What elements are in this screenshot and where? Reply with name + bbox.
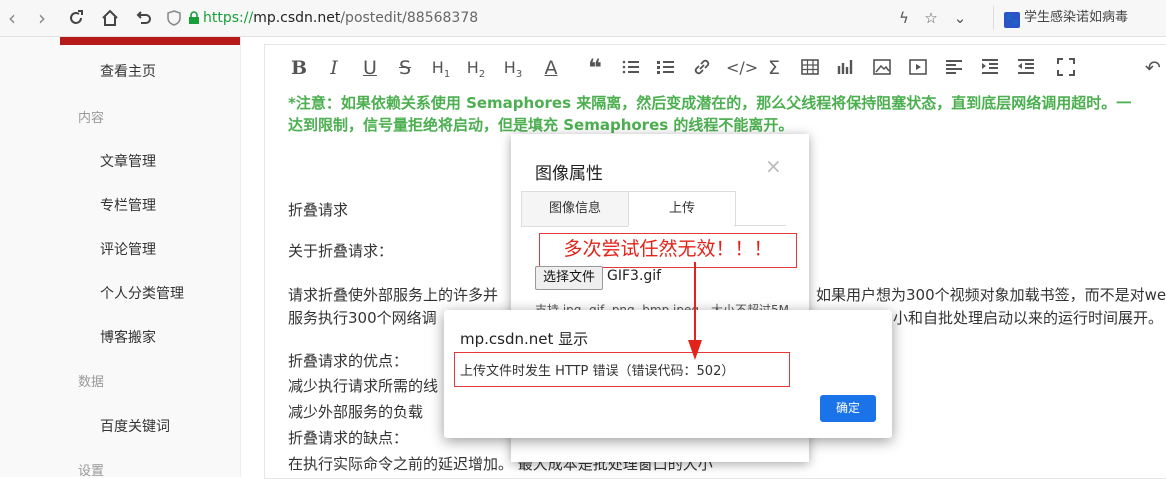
sidebar-group-data: 数据 [78, 375, 105, 390]
url-scheme: https:// [203, 10, 254, 26]
pros-heading: 折叠请求的优点： [288, 352, 409, 370]
video-icon[interactable] [906, 52, 930, 84]
annotation-arrow-icon [688, 262, 702, 360]
cons-heading: 折叠请求的缺点： [288, 429, 409, 447]
heading-collapse: 折叠请求 [288, 201, 349, 219]
undo-icon[interactable]: ↶ [1141, 52, 1165, 84]
shield-icon[interactable] [164, 8, 184, 28]
quote-icon[interactable]: ❝ [583, 52, 607, 84]
link-icon[interactable] [690, 52, 714, 84]
strikethrough-icon[interactable]: S [393, 52, 417, 84]
font-color-icon[interactable]: A [539, 52, 563, 84]
lock-icon [184, 8, 204, 28]
url-host: mp.csdn.net [253, 10, 341, 26]
sidebar-item-comments[interactable]: 评论管理 [100, 239, 156, 259]
alert-dialog: mp.csdn.net 显示 上传文件时发生 HTTP 错误（错误代码：502）… [444, 310, 892, 438]
pro-item-2: 减少外部服务的负载 [288, 403, 424, 421]
sidebar-active-indicator [60, 37, 240, 45]
paragraph-1-line-2a: 服务执行300个网络调 [288, 309, 437, 327]
sidebar-group-settings: 设置 [78, 464, 105, 479]
forward-icon[interactable]: › [30, 6, 54, 30]
outdent-icon[interactable] [1014, 52, 1038, 84]
ordered-list-icon[interactable] [619, 52, 643, 84]
dialog-title: 图像属性 [535, 164, 603, 184]
url-path: /postedit/88568378 [340, 10, 479, 26]
formula-sigma-icon[interactable]: Σ [762, 52, 786, 84]
star-icon[interactable]: ☆ [921, 8, 941, 28]
sidebar-item-articles[interactable]: 文章管理 [100, 151, 156, 171]
ok-button[interactable]: 确定 [820, 395, 876, 422]
sidebar-item-migrate[interactable]: 博客搬家 [100, 327, 156, 347]
baidu-paw-icon: 🐾 [1004, 12, 1020, 28]
bold-icon[interactable]: B [287, 52, 311, 84]
back-icon[interactable]: ‹ [0, 6, 24, 30]
paragraph-1-line-1a: 请求折叠使外部服务上的许多并 [288, 286, 499, 304]
note-line-2: 达到限制，信号量拒绝将启动，但是填充 Semaphores 的线程不能离开。 [288, 116, 794, 134]
reload-icon[interactable] [64, 6, 88, 30]
editor-toolbar: B I U S H1 H2 H3 A ❝ </> Σ ↶ [265, 52, 1166, 84]
tab-upload[interactable]: 上传 [628, 191, 736, 227]
bookmark-item[interactable]: 🐾 学生感染诺如病毒 [1004, 7, 1128, 29]
home-icon[interactable] [98, 6, 122, 30]
sidebar-group-content: 内容 [78, 111, 105, 126]
image-icon[interactable] [870, 52, 894, 84]
sidebar-item-home[interactable]: 查看主页 [100, 61, 156, 81]
fullscreen-icon[interactable] [1054, 52, 1078, 84]
toolbar-divider [993, 6, 994, 30]
annotation-box: 多次尝试任然无效！！！ [539, 233, 797, 268]
italic-icon[interactable]: I [322, 52, 346, 84]
note-paragraph: *注意：如果依赖关系使用 Semaphores 来隔离，然后变成潜在的，那么父线… [288, 92, 1166, 136]
heading1-icon[interactable]: H1 [429, 52, 453, 84]
heading2-icon[interactable]: H2 [464, 52, 488, 84]
template-icon[interactable] [942, 52, 966, 84]
sidebar-item-columns[interactable]: 专栏管理 [100, 195, 156, 215]
chevron-down-icon[interactable]: ⌄ [950, 8, 970, 28]
tab-divider [734, 225, 786, 226]
about-collapse: 关于折叠请求： [288, 242, 394, 260]
choose-file-button[interactable]: 选择文件 [535, 266, 603, 290]
sidebar-item-keywords[interactable]: 百度关键词 [100, 416, 170, 436]
selected-filename: GIF3.gif [607, 268, 662, 284]
pro-item-1: 减少执行请求所需的线 [288, 377, 439, 395]
indent-icon[interactable] [978, 52, 1002, 84]
undo-close-tab-icon[interactable] [132, 6, 156, 30]
heading3-icon[interactable]: H3 [501, 52, 525, 84]
unordered-list-icon[interactable] [654, 52, 678, 84]
close-icon[interactable]: × [765, 154, 782, 178]
alert-message: 上传文件时发生 HTTP 错误（错误代码：502） [460, 364, 735, 379]
note-line-1: *注意：如果依赖关系使用 Semaphores 来隔离，然后变成潜在的，那么父线… [288, 94, 1132, 112]
tab-image-info[interactable]: 图像信息 [521, 191, 629, 227]
alert-title: mp.csdn.net 显示 [460, 330, 589, 348]
paragraph-1-line-2b: 小和自批处理启动以来的运行时间展开。 [893, 309, 1164, 327]
underline-icon[interactable]: U [358, 52, 382, 84]
table-icon[interactable] [798, 52, 822, 84]
sidebar-item-categories[interactable]: 个人分类管理 [100, 283, 184, 303]
chart-icon[interactable] [834, 52, 858, 84]
code-icon[interactable]: </> [726, 52, 758, 84]
bookmark-label: 学生感染诺如病毒 [1024, 10, 1129, 25]
lightning-icon[interactable]: ϟ [894, 8, 914, 28]
paragraph-1-line-1b: 如果用户想为300个视频对象加载书签，而不是对we [816, 286, 1166, 304]
